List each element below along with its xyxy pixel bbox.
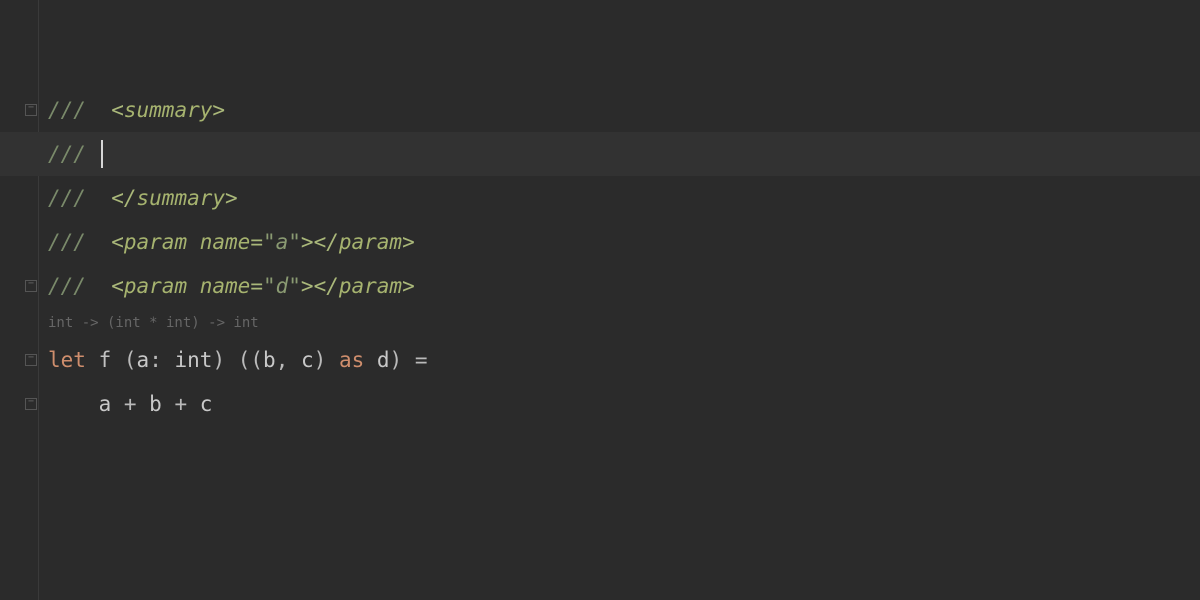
code-editor[interactable]: /// <summary>/// /// </summary>/// <para… [48,0,1200,426]
code-token: ) [314,348,339,372]
code-token: /// [48,142,99,166]
code-token: ( [111,348,136,372]
code-token: param [124,230,187,254]
code-line[interactable]: a + b + c [48,382,1200,426]
gutter-divider [38,0,39,600]
code-token [187,230,200,254]
code-token: b [149,392,162,416]
code-token: > [402,274,415,298]
code-token: b [263,348,276,372]
code-token: > [225,186,238,210]
code-token: < [99,274,124,298]
fold-marker-icon[interactable] [25,104,37,116]
code-line[interactable]: /// <param name="a"></param> [48,220,1200,264]
code-token: : [149,348,162,372]
code-token: name [200,274,251,298]
code-token: /// [48,230,99,254]
fold-marker-icon[interactable] [25,354,37,366]
code-token: c [200,392,213,416]
code-token: param [339,230,402,254]
code-line[interactable]: /// <summary> [48,88,1200,132]
code-token: int [175,348,213,372]
code-token: summary [137,186,226,210]
text-cursor [101,140,103,168]
code-token: + [162,392,200,416]
code-token: ) (( [212,348,263,372]
code-token: param [339,274,402,298]
code-token: < [99,230,124,254]
code-line[interactable]: let f (a: int) ((b, c) as d) = [48,338,1200,382]
code-token: "d" [263,274,301,298]
code-token [187,274,200,298]
code-token: ></ [301,230,339,254]
code-token: let [48,348,86,372]
code-token: < [99,98,124,122]
code-token: "a" [263,230,301,254]
code-token: summary [124,98,213,122]
code-token: ></ [301,274,339,298]
code-token: /// [48,186,99,210]
type-hint-text: int -> (int * int) -> int [48,315,259,331]
fold-marker-icon[interactable] [25,398,37,410]
code-token: name [200,230,251,254]
code-token: as [339,348,364,372]
code-token: c [301,348,314,372]
code-token: + [111,392,149,416]
code-token: a [99,392,112,416]
code-token: /// [48,98,99,122]
code-token: f [99,348,112,372]
editor-gutter [0,0,40,600]
code-token: > [212,98,225,122]
type-hint: int -> (int * int) -> int [48,308,1200,338]
code-token: d [377,348,390,372]
code-token: param [124,274,187,298]
code-token: ) = [390,348,428,372]
code-token [48,392,99,416]
code-token [86,348,99,372]
blank-line [48,0,1200,88]
code-token: a [137,348,150,372]
fold-marker-icon[interactable] [25,280,37,292]
code-token: /// [48,274,99,298]
code-token: = [250,230,263,254]
code-line[interactable]: /// [0,132,1200,176]
code-token: > [402,230,415,254]
code-token [162,348,175,372]
code-line[interactable]: /// </summary> [48,176,1200,220]
code-line[interactable]: /// <param name="d"></param> [48,264,1200,308]
code-token: </ [99,186,137,210]
code-token: , [276,348,301,372]
code-token [364,348,377,372]
code-token: = [250,274,263,298]
